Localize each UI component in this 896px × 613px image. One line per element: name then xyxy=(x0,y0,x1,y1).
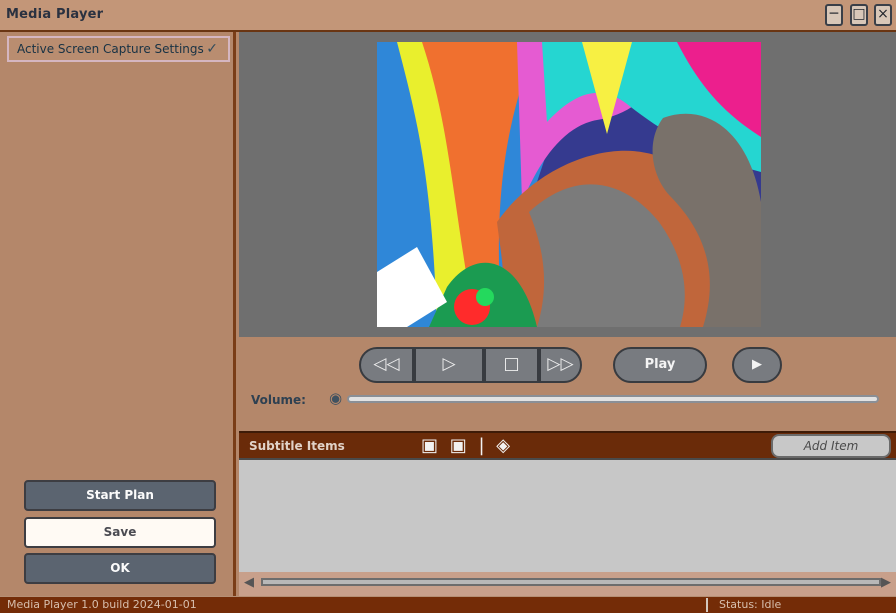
sidebar: Active Screen Capture Settings ✓ Start P… xyxy=(0,32,236,596)
window-title: Media Player xyxy=(6,7,104,22)
maximize-button[interactable]: □ xyxy=(850,4,868,26)
start-plan-button[interactable]: Start Plan xyxy=(24,480,216,511)
save-button[interactable]: Save xyxy=(24,517,216,548)
status-left: Media Player 1.0 build 2024-01-01 xyxy=(7,598,197,611)
subtitle-toolbar-icons[interactable]: ▣ ▣ | ◈ xyxy=(421,435,513,456)
minimize-button[interactable]: ─ xyxy=(825,4,843,26)
video-frame xyxy=(377,42,761,327)
sidebar-item-label: Active Screen Capture Settings xyxy=(17,42,204,56)
rewind-icon: ◁◁ xyxy=(373,354,400,374)
fast-forward-button[interactable]: ▷▷ xyxy=(539,347,582,383)
play-pill-button[interactable]: Play xyxy=(613,347,707,383)
subtitle-toolbar: Subtitle Items ▣ ▣ | ◈ Add Item xyxy=(239,431,896,460)
scrollbar-track[interactable] xyxy=(261,578,881,586)
close-button[interactable]: × xyxy=(874,4,892,26)
subtitle-title: Subtitle Items xyxy=(249,439,345,453)
scroll-right-icon[interactable]: ▶ xyxy=(881,575,891,590)
ok-button[interactable]: OK xyxy=(24,553,216,584)
volume-slider[interactable] xyxy=(347,395,879,403)
status-right: Status: Idle xyxy=(719,598,782,611)
title-bar: Media Player ─ □ × xyxy=(0,0,896,32)
play-icon: ▷ xyxy=(442,354,456,374)
video-area xyxy=(239,32,896,334)
next-pill-button[interactable]: ▶ xyxy=(732,347,782,383)
stop-button[interactable]: □ xyxy=(484,347,539,383)
volume-icon: ◉ xyxy=(329,389,343,407)
sidebar-item-screen-capture[interactable]: Active Screen Capture Settings ✓ xyxy=(7,36,230,62)
fast-forward-icon: ▷▷ xyxy=(547,354,574,374)
status-divider xyxy=(706,598,708,612)
subtitle-list[interactable] xyxy=(239,460,896,572)
horizontal-scrollbar[interactable]: ◀ ▶ xyxy=(239,572,896,596)
rewind-button[interactable]: ◁◁ xyxy=(359,347,414,383)
application-window: Media Player ─ □ × Active Screen Capture… xyxy=(0,0,896,613)
check-icon: ✓ xyxy=(206,41,218,57)
stop-icon: □ xyxy=(503,354,520,374)
volume-label: Volume: xyxy=(251,393,306,407)
play-button[interactable]: ▷ xyxy=(414,347,484,383)
status-bar: Media Player 1.0 build 2024-01-01 Status… xyxy=(0,596,896,613)
playback-controls: ◁◁ ▷ □ ▷▷ Play ▶ Volume: ◉ xyxy=(239,334,896,431)
scroll-left-icon[interactable]: ◀ xyxy=(244,575,254,590)
add-item-button[interactable]: Add Item xyxy=(771,434,891,458)
